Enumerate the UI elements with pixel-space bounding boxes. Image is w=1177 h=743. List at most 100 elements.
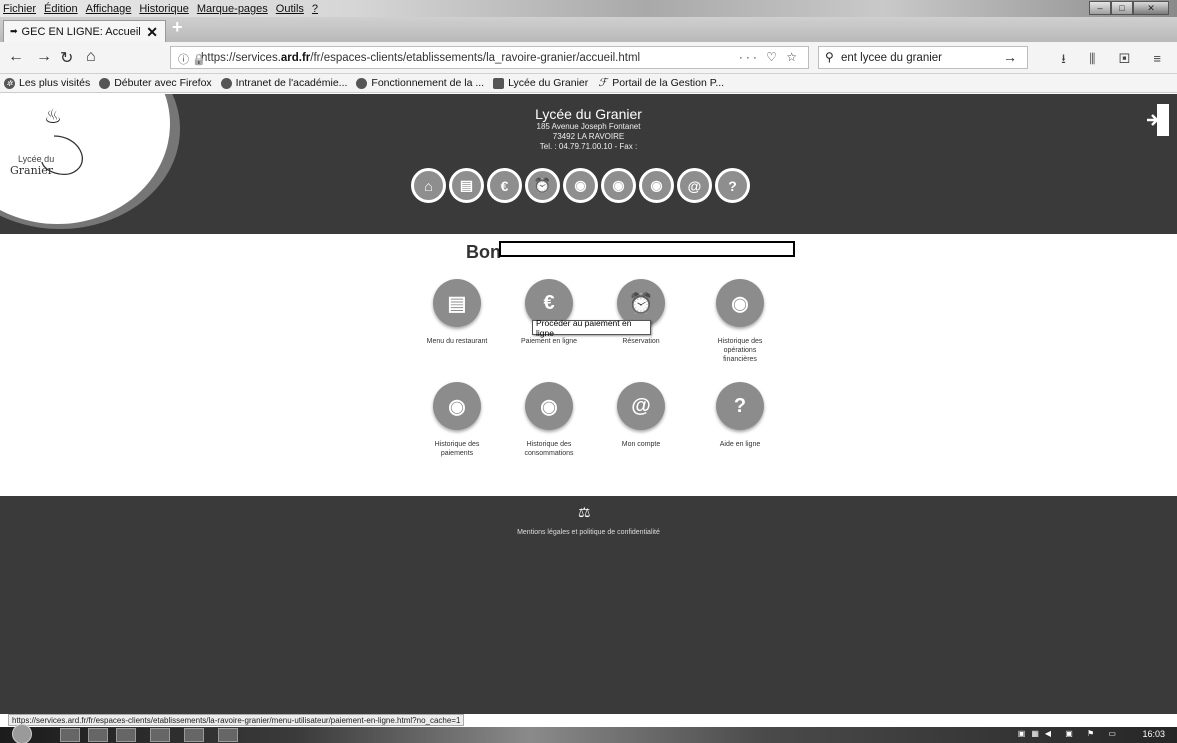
tile-historique-paiements[interactable]: ◉ Historique des paiements — [412, 382, 502, 458]
search-icon: ⚲ — [825, 50, 834, 64]
status-url: https://services.ard.fr/fr/espaces-clien… — [8, 714, 465, 726]
account-icon: @ — [617, 382, 665, 430]
header-nav-icons: ⌂ ▤ € ⏰ ◉ ◉ ◉ @ ? — [411, 168, 750, 203]
navigation-bar: ← → ↻ ⌂ ⓘ 🔒 https://services. ard.fr/fr/e… — [0, 42, 1177, 74]
eye-card-nav-icon[interactable]: ◉ — [601, 168, 636, 203]
firefox-icon — [99, 77, 111, 89]
eye-card-icon: ◉ — [433, 382, 481, 430]
tooltip: Procéder au paiement en ligne — [532, 318, 651, 338]
search-value: ent lycee du granier — [841, 51, 943, 64]
tab-close-icon[interactable]: ✕ — [146, 24, 158, 41]
toolbar-icons[interactable]: ⭳ ⫼ ▣ ≡ — [1061, 50, 1171, 72]
tab-title: GEC EN LIGNE: Accueil — [21, 25, 141, 38]
page-actions-icon[interactable]: ··· ♡ ☆ — [739, 50, 800, 64]
tile-mon-compte[interactable]: @ Mon compte — [596, 382, 686, 449]
menu-edit[interactable]: Édition — [44, 3, 78, 15]
redacted-name-box — [499, 241, 795, 257]
legal-link[interactable]: Mentions légales et politique de confide… — [0, 529, 1177, 536]
bookmark-icon — [356, 77, 368, 89]
bookmark-portail[interactable]: ℱ Portail de la Gestion P... — [597, 77, 724, 89]
school-name: Lycée du Granier — [535, 106, 642, 122]
info-lock-icon[interactable]: ⓘ 🔒 — [178, 51, 206, 67]
bookmark-most-visited[interactable]: ✲ Les plus visités — [4, 77, 90, 89]
scale-icon: ⚖ — [578, 504, 591, 520]
tile-historique-consommations[interactable]: ◉ Historique des consommations — [504, 382, 594, 458]
help-nav-icon[interactable]: ? — [715, 168, 750, 203]
logout-icon[interactable] — [1145, 102, 1171, 138]
page-footer: ⚖ Mentions légales et politique de confi… — [0, 496, 1177, 714]
eye-nav-icon[interactable]: ◉ — [563, 168, 598, 203]
logo-big-text: Granier — [10, 164, 53, 177]
url-bar[interactable]: ⓘ 🔒 https://services. ard.fr/fr/espaces-c… — [170, 46, 809, 69]
address-line-2: 73492 LA RAVOIRE — [552, 132, 625, 141]
search-input[interactable]: ⚲ ent lycee du granier → — [818, 46, 1028, 69]
bookmark-fonctionnement[interactable]: Fonctionnement de la ... — [356, 77, 484, 89]
taskbar-app-3[interactable] — [116, 728, 136, 742]
tile-label: Menu du restaurant — [426, 338, 488, 345]
portal-icon: ℱ — [598, 76, 608, 89]
forward-icon[interactable]: → — [36, 48, 52, 66]
greeting: Bon — [466, 242, 501, 262]
taskbar-app-1[interactable] — [60, 728, 80, 742]
home-icon[interactable]: ⌂ — [86, 48, 96, 66]
tile-aide-en-ligne[interactable]: ? Aide en ligne — [695, 382, 785, 449]
eye-calendar-nav-icon[interactable]: ◉ — [639, 168, 674, 203]
tile-label: Mon compte — [621, 441, 661, 448]
menu-nav-icon[interactable]: ▤ — [449, 168, 484, 203]
menu-icon: ▤ — [433, 279, 481, 327]
reload-icon[interactable]: ↻ — [60, 48, 73, 68]
taskbar-app-2[interactable] — [88, 728, 108, 742]
tile-label: Réservation — [622, 338, 660, 345]
school-icon — [493, 77, 505, 89]
school-address: 185 Avenue Joseph Fontanet 73492 LA RAVO… — [0, 122, 1177, 152]
menu-view[interactable]: Affichage — [86, 3, 132, 15]
page-header: ♨ Lycée du Granier Lycée du Granier 185 … — [0, 94, 1177, 234]
search-go-icon[interactable]: → — [1003, 49, 1017, 65]
maximize-button[interactable]: □ — [1111, 1, 1133, 15]
tile-label: Historique des consommations — [524, 441, 574, 457]
academy-icon — [220, 77, 232, 89]
account-nav-icon[interactable]: @ — [677, 168, 712, 203]
new-tab-icon[interactable]: + — [172, 17, 183, 38]
help-icon: ? — [716, 382, 764, 430]
tile-label: Paiement en ligne — [520, 338, 578, 345]
menu-tools[interactable]: Outils — [276, 3, 304, 15]
bookmark-lycee[interactable]: Lycée du Granier — [493, 77, 588, 89]
minimize-button[interactable]: – — [1089, 1, 1111, 15]
eye-icon: ◉ — [716, 279, 764, 327]
phone-line: Tel. : 04.79.71.00.10 - Fax : — [539, 142, 638, 151]
tile-label: Aide en ligne — [719, 441, 761, 448]
menu-file[interactable]: Fichier — [3, 3, 36, 15]
taskbar-app-5[interactable] — [184, 728, 204, 742]
tile-label: Historique des opérations financières — [717, 338, 763, 363]
url-prefix: https://services. — [201, 51, 281, 64]
menu-bar: Fichier Édition Affichage Historique Mar… — [0, 0, 1177, 17]
home-nav-icon[interactable]: ⌂ — [411, 168, 446, 203]
address-line-1: 185 Avenue Joseph Fontanet — [536, 122, 641, 131]
window-close-button[interactable]: ✕ — [1133, 1, 1169, 15]
url-domain: ard.fr — [280, 51, 311, 64]
tab-active[interactable]: ➡ GEC EN LIGNE: Accueil ✕ — [3, 20, 166, 42]
url-path: /fr/espaces-clients/etablissements/la_ra… — [310, 51, 641, 64]
gear-icon: ✲ — [4, 77, 15, 89]
start-button[interactable] — [12, 724, 32, 743]
tab-favicon-icon: ➡ — [10, 26, 18, 36]
eye-calendar-icon: ◉ — [525, 382, 573, 430]
bookmark-intranet[interactable]: Intranet de l'académie... — [220, 77, 347, 89]
menu-help[interactable]: ? — [312, 3, 318, 15]
bookmarks-bar: ✲ Les plus visités Débuter avec Firefox I… — [0, 74, 1177, 93]
tab-bar: ➡ GEC EN LIGNE: Accueil ✕ + — [0, 17, 1177, 42]
system-tray-icons[interactable]: ▣▦◀ ▣ ⚑ ▭ — [1018, 729, 1122, 738]
taskbar-app-6[interactable] — [218, 728, 238, 742]
logo-small-text: Lycée du — [18, 154, 55, 164]
tile-historique-operations[interactable]: ◉ Historique des opérations financières — [695, 279, 785, 364]
menu-history[interactable]: Historique — [139, 3, 189, 15]
taskbar-clock: 16:03 — [1142, 729, 1165, 739]
tile-menu-restaurant[interactable]: ▤ Menu du restaurant — [412, 279, 502, 346]
back-icon[interactable]: ← — [8, 48, 24, 66]
menu-bookmarks[interactable]: Marque-pages — [197, 3, 268, 15]
euro-nav-icon[interactable]: € — [487, 168, 522, 203]
bookmark-firefox[interactable]: Débuter avec Firefox — [99, 77, 212, 89]
taskbar-app-4[interactable] — [150, 728, 170, 742]
reservation-nav-icon[interactable]: ⏰ — [525, 168, 560, 203]
